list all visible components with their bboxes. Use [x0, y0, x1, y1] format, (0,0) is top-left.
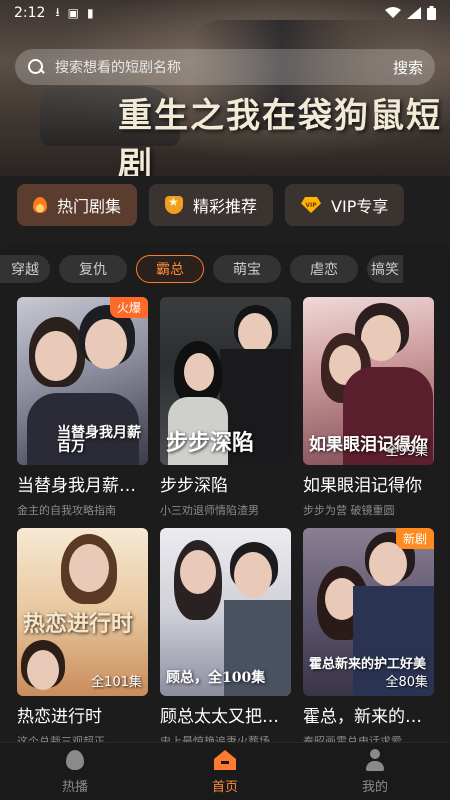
- vip-diamond-icon: VIP: [301, 197, 322, 213]
- drama-title: 热恋进行时: [17, 707, 102, 727]
- search-button[interactable]: 搜索: [393, 57, 423, 78]
- poster-title: 霍总新来的护工好美: [309, 657, 427, 673]
- fire-icon: [66, 748, 84, 772]
- category-vip[interactable]: VIP VIP专享: [285, 184, 405, 226]
- drama-poster[interactable]: 火爆 当替身我月薪百万: [17, 297, 148, 465]
- battery-icon: [427, 6, 436, 20]
- nav-profile[interactable]: 我的: [300, 743, 450, 800]
- category-hot-series[interactable]: 热门剧集: [17, 184, 138, 226]
- drama-poster[interactable]: 顾总，全100集: [160, 528, 291, 696]
- category-recommended[interactable]: 精彩推荐: [149, 184, 274, 226]
- tag-chip[interactable]: 穿越: [0, 255, 50, 283]
- drama-poster[interactable]: 新剧 霍总新来的护工好美 全80集: [303, 528, 434, 696]
- drama-title: 顾总太太又把…: [160, 707, 279, 727]
- drama-title: 如果眼泪记得你: [303, 476, 422, 496]
- tag-chip-selected[interactable]: 霸总: [136, 255, 204, 283]
- poster-title: 顾总，全100集: [166, 670, 266, 687]
- tag-chip[interactable]: 搞笑: [367, 255, 403, 283]
- drama-title: 霍总，新来的…: [303, 707, 422, 727]
- download-icon: ⭳: [55, 4, 60, 19]
- status-bar: 2:12 ⭳ ▣ ▮: [0, 0, 450, 26]
- category-buttons: 热门剧集 精彩推荐 VIP VIP专享: [17, 184, 405, 226]
- tag-filter-row: 穿越 复仇 霸总 萌宝 虐恋 搞笑: [0, 255, 450, 285]
- signal-icon: [407, 7, 421, 19]
- drama-card[interactable]: 步步深陷 步步深陷 小三劝退师情陷渣男: [160, 297, 291, 518]
- banner-title: 重生之我在袋狗鼠短剧: [118, 96, 442, 176]
- category-label: 精彩推荐: [193, 197, 258, 216]
- drama-poster[interactable]: 热恋进行时 全101集: [17, 528, 148, 696]
- search-icon: [27, 58, 45, 76]
- poster-title: 热恋进行时: [23, 610, 134, 637]
- nav-label: 热播: [61, 780, 88, 795]
- hero-banner[interactable]: 重生之我在袋狗鼠短剧: [0, 0, 450, 176]
- user-icon: [365, 748, 385, 772]
- new-badge: 新剧: [395, 528, 434, 549]
- category-label: 热门剧集: [57, 197, 122, 216]
- drama-title: 步步深陷: [160, 476, 228, 496]
- drama-card[interactable]: 热恋进行时 全101集 热恋进行时 这个总裁三观超正: [17, 528, 148, 749]
- hot-badge: 火爆: [109, 297, 148, 318]
- search-bar[interactable]: 搜索想看的短剧名称 搜索: [15, 49, 435, 85]
- shield-star-icon: [165, 195, 184, 214]
- home-icon: [214, 748, 236, 772]
- drama-card[interactable]: 如果眼泪记得你 全99集 如果眼泪记得你 步步为营 破镜重圆: [303, 297, 434, 518]
- app-notification-icon: ▣: [67, 6, 79, 20]
- drama-subtitle: 步步为营 破镜重圆: [303, 504, 395, 517]
- drama-subtitle: 小三劝退师情陷渣男: [160, 504, 259, 517]
- nav-label: 我的: [361, 780, 388, 795]
- drama-subtitle: 金主的自我攻略指南: [17, 504, 116, 517]
- category-label: VIP专享: [331, 197, 389, 216]
- nav-label: 首页: [211, 780, 238, 795]
- tag-chip[interactable]: 萌宝: [213, 255, 281, 283]
- tag-chip[interactable]: 虐恋: [290, 255, 358, 283]
- status-time: 2:12: [14, 5, 46, 21]
- poster-title: 步步深陷: [166, 429, 255, 456]
- flame-icon: [33, 197, 47, 213]
- nav-trending[interactable]: 热播: [0, 743, 150, 800]
- bottom-nav: 热播 首页 我的: [0, 742, 450, 800]
- nav-home[interactable]: 首页: [150, 743, 300, 800]
- wifi-icon: [385, 7, 401, 18]
- episode-count: 全101集: [91, 675, 142, 690]
- drama-title: 当替身我月薪…: [17, 476, 136, 496]
- drama-poster[interactable]: 如果眼泪记得你 全99集: [303, 297, 434, 465]
- drama-card[interactable]: 顾总，全100集 顾总太太又把… 史上最惊艳追妻火葬场: [160, 528, 291, 749]
- drama-card[interactable]: 新剧 霍总新来的护工好美 全80集 霍总，新来的… 秦昭画霍总电话求爱: [303, 528, 434, 749]
- sim-card-icon: ▮: [87, 6, 94, 20]
- drama-card[interactable]: 火爆 当替身我月薪百万 当替身我月薪… 金主的自我攻略指南: [17, 297, 148, 518]
- tag-chip[interactable]: 复仇: [59, 255, 127, 283]
- search-input[interactable]: 搜索想看的短剧名称: [55, 57, 393, 77]
- poster-title: 当替身我月薪百万: [57, 424, 141, 456]
- episode-count: 全80集: [385, 675, 428, 690]
- episode-count: 全99集: [385, 444, 428, 459]
- drama-poster[interactable]: 步步深陷: [160, 297, 291, 465]
